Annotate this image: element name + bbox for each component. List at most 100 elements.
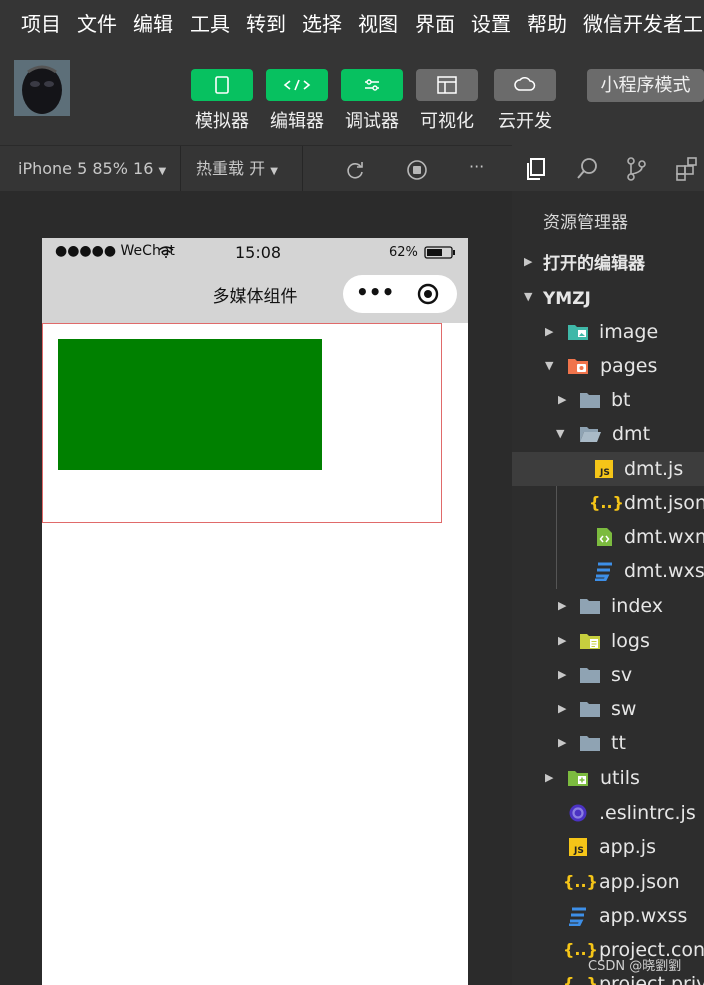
tree-section-project[interactable]: ▼ YMZJ <box>512 280 704 314</box>
tree-label: image <box>599 321 659 343</box>
tree-item-tt[interactable]: ▶ tt <box>512 726 704 760</box>
tree-item-image[interactable]: ▶ image <box>512 315 704 349</box>
tree-label: tt <box>611 732 626 754</box>
avatar[interactable] <box>14 60 70 116</box>
capsule-close-icon[interactable] <box>417 283 439 305</box>
layout-icon <box>437 76 457 94</box>
wifi-icon <box>158 246 174 258</box>
menu-bar: 项目 文件 编辑 工具 转到 选择 视图 界面 设置 帮助 微信开发者工 <box>0 0 704 50</box>
tree-item-dmt-wxss[interactable]: dmt.wxss <box>512 554 704 588</box>
json-file-icon: {..} <box>563 872 598 891</box>
tree-item-bt[interactable]: ▶ bt <box>512 383 704 417</box>
tree-label: logs <box>611 630 650 652</box>
device-select[interactable]: iPhone 5 85% 16 ▼ <box>18 158 166 183</box>
json-file-icon: {..} <box>563 940 598 959</box>
tree-item-app-wxss[interactable]: app.wxss <box>512 899 704 933</box>
menu-edit[interactable]: 编辑 <box>133 10 173 38</box>
debugger-button[interactable] <box>341 69 403 101</box>
cloud-dev-label: 云开发 <box>498 111 552 132</box>
tree-label: dmt.wxss <box>624 560 704 582</box>
visualization-label: 可视化 <box>420 111 474 132</box>
tree-item-sv[interactable]: ▶ sv <box>512 658 704 692</box>
chevron-down-icon: ▼ <box>524 290 533 303</box>
tree-item-app-json[interactable]: {..} app.json <box>512 865 704 899</box>
capsule-more-button[interactable]: ••• <box>356 280 394 304</box>
svg-text:JS: JS <box>573 846 584 856</box>
chevron-right-icon: ▶ <box>558 393 567 406</box>
watermark-text: CSDN @晓劉劉 <box>588 959 682 974</box>
battery-percent: 62% <box>389 245 418 260</box>
device-label: iPhone 5 85% 16 <box>18 159 154 178</box>
tree-item-app-js[interactable]: JS app.js <box>512 830 704 864</box>
tree-item-dmt-js[interactable]: JS dmt.js <box>512 452 704 486</box>
battery-icon <box>424 246 455 259</box>
folder-icon <box>580 736 600 751</box>
chevron-right-icon: ▶ <box>524 255 533 268</box>
tree-item-utils[interactable]: ▶ utils <box>512 761 704 795</box>
more-options-button[interactable]: ··· <box>469 156 484 178</box>
tree-item-sw[interactable]: ▶ sw <box>512 692 704 726</box>
folder-icon <box>580 599 600 614</box>
simulator-button[interactable] <box>191 69 253 101</box>
phone-status-bar: ●●●●● WeChat 15:08 62% <box>42 238 468 266</box>
tree-item-index[interactable]: ▶ index <box>512 589 704 623</box>
menu-settings[interactable]: 设置 <box>471 10 511 38</box>
tree-item-dmt-json[interactable]: {..} dmt.json <box>512 486 704 520</box>
search-icon[interactable] <box>574 155 602 183</box>
tree-item-dmt-wxml[interactable]: dmt.wxml <box>512 520 704 554</box>
refresh-icon[interactable] <box>344 159 366 181</box>
chevron-down-icon: ▼ <box>158 166 167 177</box>
chevron-right-icon: ▶ <box>558 668 567 681</box>
menu-file[interactable]: 文件 <box>77 10 117 38</box>
tree-item-dmt[interactable]: ▼ dmt <box>512 417 704 451</box>
chevron-right-icon: ▶ <box>558 634 567 647</box>
stop-icon[interactable] <box>406 159 428 181</box>
chevron-right-icon: ▶ <box>558 702 567 715</box>
tree-label: sw <box>611 698 637 720</box>
menu-help[interactable]: 帮助 <box>527 10 567 38</box>
selected-component-outline[interactable] <box>42 323 442 523</box>
tree-label: dmt.js <box>624 458 684 480</box>
svg-text:JS: JS <box>599 468 610 478</box>
js-file-icon: JS <box>569 838 587 856</box>
file-tree: ▶ 打开的编辑器 ▼ YMZJ ▶ image ▼ pages ▶ bt ▼ d… <box>512 245 704 985</box>
chevron-down-icon: ▼ <box>545 359 554 372</box>
green-block <box>58 339 322 470</box>
tree-label: app.js <box>599 836 656 858</box>
extensions-icon[interactable] <box>674 155 702 183</box>
phone-icon <box>215 76 229 94</box>
carrier-text: ●●●●● WeChat <box>55 243 175 259</box>
tree-item-eslintrc[interactable]: .eslintrc.js <box>512 796 704 830</box>
phone-nav-bar: 多媒体组件 ••• <box>42 266 468 323</box>
menu-goto[interactable]: 转到 <box>246 10 286 38</box>
visualization-button[interactable] <box>416 69 478 101</box>
menu-wechat-devtools[interactable]: 微信开发者工 <box>583 10 703 38</box>
menu-project[interactable]: 项目 <box>21 10 61 38</box>
json-file-icon: {..} <box>589 493 624 512</box>
source-control-icon[interactable] <box>622 155 650 183</box>
tree-label: dmt.wxml <box>624 526 704 548</box>
tree-label: YMZJ <box>543 289 591 309</box>
mode-select-button[interactable]: 小程序模式 <box>587 69 704 102</box>
divider <box>302 146 303 192</box>
menu-select[interactable]: 选择 <box>302 10 342 38</box>
chevron-down-icon: ▼ <box>270 166 278 177</box>
hot-reload-toggle[interactable]: 热重载 开 ▼ <box>196 158 278 183</box>
explorer-header: 资源管理器 <box>512 191 704 245</box>
tree-label: index <box>611 595 663 617</box>
explorer-icon[interactable] <box>522 155 550 183</box>
tree-label: app.wxss <box>599 905 688 927</box>
folder-icon <box>580 393 600 408</box>
menu-tools[interactable]: 工具 <box>190 10 230 38</box>
debugger-label: 调试器 <box>345 111 399 132</box>
tree-section-open-editors[interactable]: ▶ 打开的编辑器 <box>512 245 704 279</box>
divider <box>180 146 181 192</box>
tree-item-pages[interactable]: ▼ pages <box>512 349 704 383</box>
editor-button[interactable] <box>266 69 328 101</box>
cloud-dev-button[interactable] <box>494 69 556 101</box>
menu-interface[interactable]: 界面 <box>415 10 455 38</box>
tree-label: utils <box>600 767 640 789</box>
simulator-toolbar: iPhone 5 85% 16 ▼ 热重载 开 ▼ ··· <box>0 145 512 192</box>
menu-view[interactable]: 视图 <box>358 10 398 38</box>
tree-item-logs[interactable]: ▶ logs <box>512 624 704 658</box>
